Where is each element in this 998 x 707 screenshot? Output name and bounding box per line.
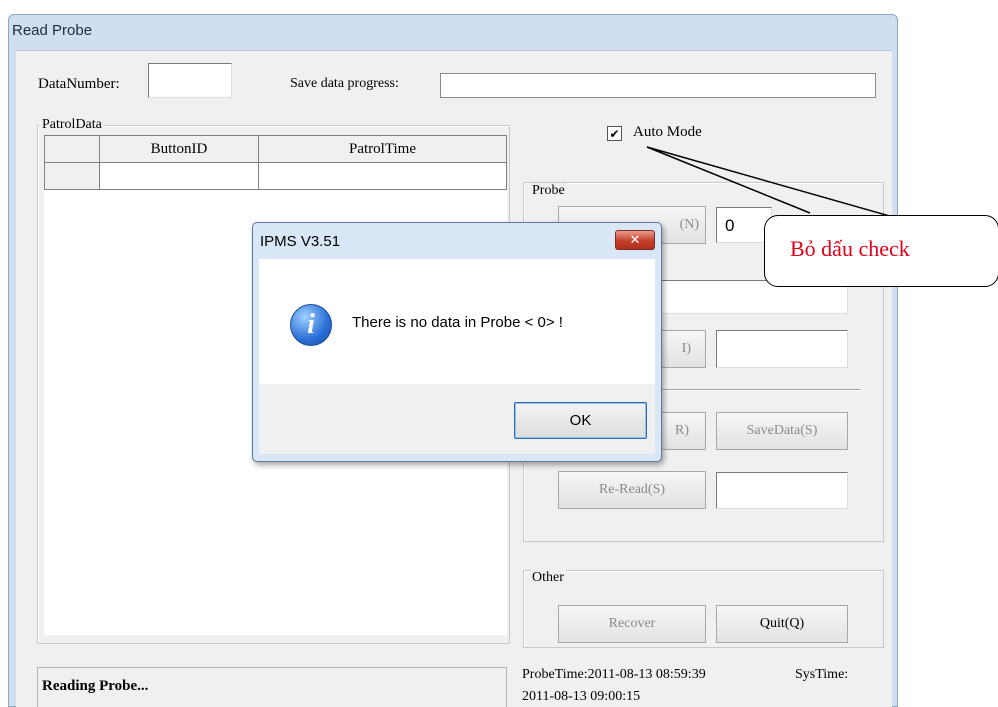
callout-pointer — [646, 146, 894, 218]
annotation-callout-text: Bỏ dấu check — [790, 236, 910, 261]
